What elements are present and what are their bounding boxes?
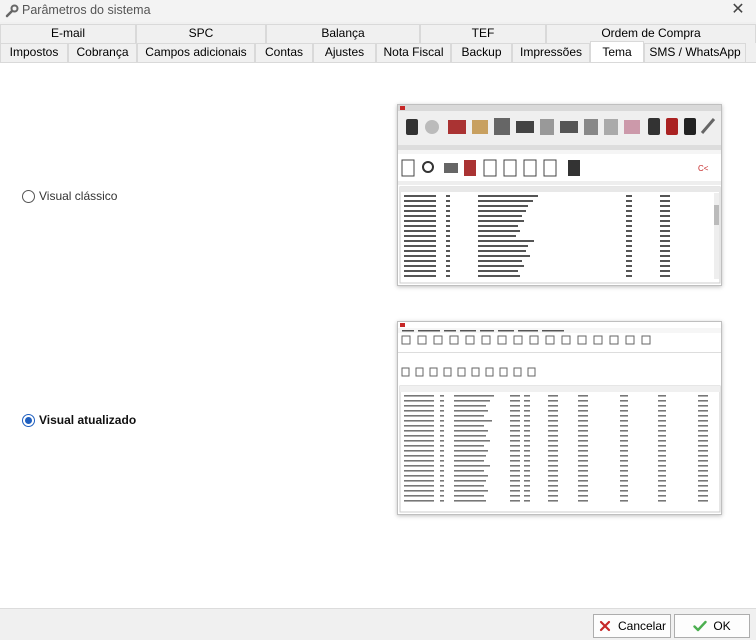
checkmark-icon (693, 619, 708, 633)
radio-visual-classico[interactable]: Visual clássico (22, 189, 117, 203)
tema-panel: Visual clássico Visual atualizado C< (0, 62, 756, 608)
close-icon[interactable]: ✕ (728, 1, 748, 19)
title-bar: Parâmetros do sistema ✕ (0, 0, 756, 22)
tab-ajustes[interactable]: Ajustes (313, 43, 376, 62)
tab-sms-whatsapp[interactable]: SMS / WhatsApp (644, 43, 746, 62)
radio-circle[interactable] (22, 189, 35, 203)
svg-text:C<: C< (698, 164, 709, 173)
tab-tema[interactable]: Tema (590, 41, 644, 62)
window-title: Parâmetros do sistema (22, 3, 151, 17)
tab-backup[interactable]: Backup (451, 43, 512, 62)
tab-row-bottom: Impostos Cobrança Campos adicionais Cont… (0, 41, 746, 62)
updated-theme-preview-image[interactable] (397, 321, 722, 515)
ok-button-label: OK (713, 619, 731, 633)
tab-cobranca[interactable]: Cobrança (68, 43, 137, 62)
tab-email[interactable]: E-mail (0, 24, 136, 43)
tab-campos-adicionais[interactable]: Campos adicionais (137, 43, 255, 62)
tab-spc[interactable]: SPC (136, 24, 266, 43)
wrench-icon (5, 4, 19, 18)
cancel-x-icon (598, 619, 612, 633)
visual-atualizado-label: Visual atualizado (39, 413, 137, 427)
radio-visual-atualizado[interactable]: Visual atualizado (22, 413, 136, 427)
tab-nota-fiscal[interactable]: Nota Fiscal (376, 43, 451, 62)
dialog-footer: Cancelar OK (0, 608, 756, 640)
radio-circle[interactable] (22, 413, 35, 427)
cancel-button[interactable]: Cancelar (593, 614, 671, 638)
tab-impostos[interactable]: Impostos (0, 43, 68, 62)
cancel-button-label: Cancelar (617, 619, 667, 633)
tab-ordem-de-compra[interactable]: Ordem de Compra (546, 24, 756, 43)
tab-balanca[interactable]: Balança (266, 24, 420, 43)
tab-impressoes[interactable]: Impressões (512, 43, 590, 62)
tab-tef[interactable]: TEF (420, 24, 546, 43)
classic-theme-preview-image[interactable]: C< (397, 104, 722, 286)
ok-button[interactable]: OK (674, 614, 750, 638)
visual-classico-label: Visual clássico (39, 189, 118, 203)
tab-contas[interactable]: Contas (255, 43, 313, 62)
